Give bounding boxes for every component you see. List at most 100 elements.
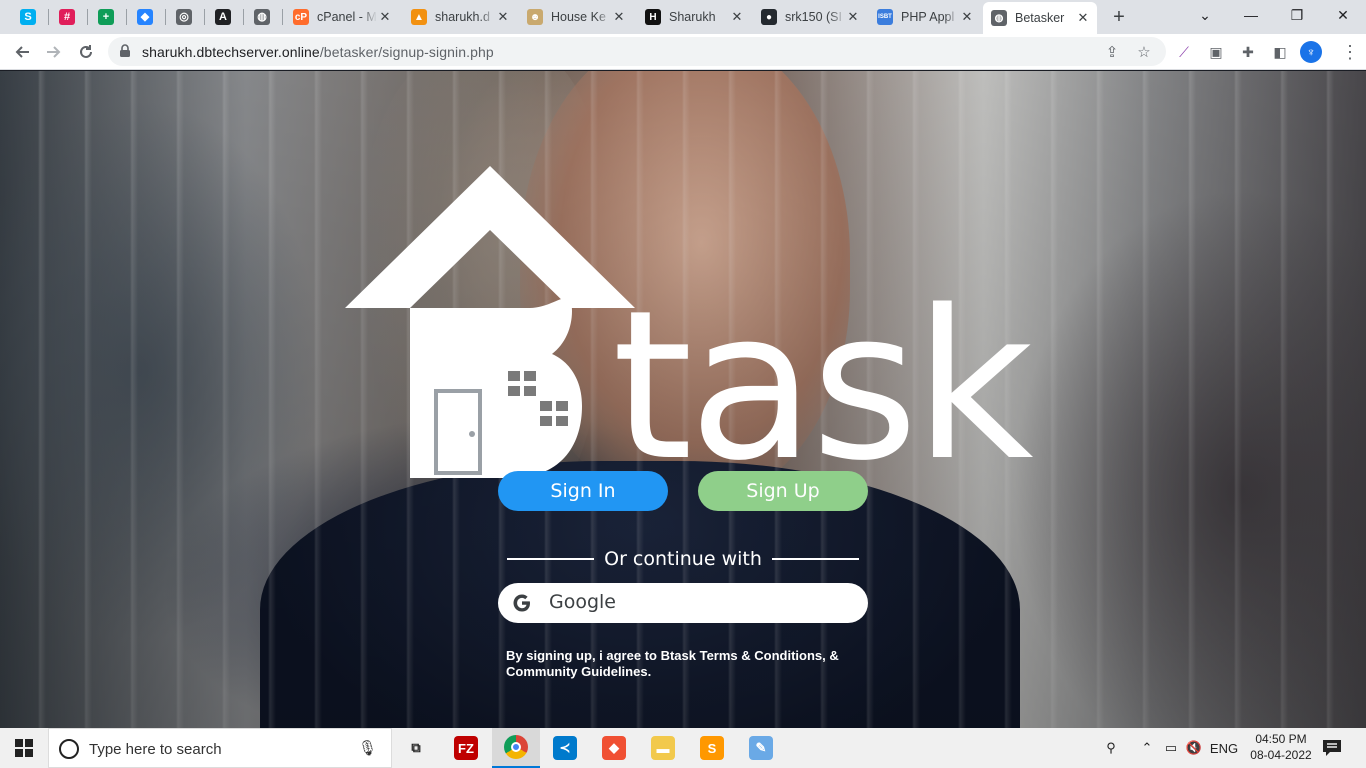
tab-search-button[interactable]: ⌄ [1182, 0, 1228, 30]
slack-icon: # [59, 9, 75, 25]
pinned-tab-5[interactable]: ◎ [170, 5, 198, 29]
tab-title: sharukh.d [435, 10, 490, 24]
back-arrow-icon [15, 46, 29, 58]
circle-app-icon: ◎ [176, 9, 192, 25]
taskbar-app-sublime[interactable]: S [688, 728, 736, 768]
new-tab-button[interactable]: + [1108, 6, 1130, 28]
divider-line-left [507, 558, 595, 560]
chrome-menu-icon[interactable]: ⋮ [1340, 41, 1360, 63]
pinned-tab-6[interactable]: A [209, 5, 237, 29]
phpmyadmin-icon: ▲ [411, 9, 427, 25]
windows-taskbar: Type here to search 🎙 ⧉ FZ ≺ ◆ ▬ S ✎ ⚲ ⌃ ▭ 🔇 E… [0, 728, 1366, 768]
show-hidden-icons-chevron-icon[interactable]: ⌃ [1138, 728, 1156, 768]
close-tab-icon[interactable]: ✕ [959, 9, 975, 25]
globe-icon: ◍ [254, 9, 270, 25]
browser-tab[interactable]: cP cPanel - M ✕ [285, 4, 399, 30]
git-icon: ◆ [602, 736, 626, 760]
pinned-tab-7[interactable]: ◍ [248, 5, 276, 29]
close-tab-icon[interactable]: ✕ [729, 9, 745, 25]
brand-wordmark: task [612, 266, 1034, 506]
pinned-tab-2[interactable]: # [53, 5, 81, 29]
profile-extension-icon[interactable]: ▣ [1205, 41, 1227, 63]
close-tab-icon[interactable]: ✕ [845, 9, 861, 25]
tab-separator [165, 9, 166, 25]
pinned-tab-4[interactable]: ◆ [131, 5, 159, 29]
taskbar-app-chrome[interactable] [492, 728, 540, 768]
forward-button[interactable] [40, 38, 68, 66]
pinned-tab-3[interactable]: + [92, 5, 120, 29]
tab-separator [87, 9, 88, 25]
people-icon[interactable]: ⚲ [1100, 728, 1122, 768]
minimize-button[interactable]: — [1228, 0, 1274, 30]
windows-logo-icon [15, 739, 33, 757]
tab-separator [282, 9, 283, 25]
close-tab-icon[interactable]: ✕ [1075, 10, 1091, 26]
extensions-puzzle-icon[interactable]: ✚ [1237, 41, 1259, 63]
close-tab-icon[interactable]: ✕ [377, 9, 393, 25]
language-indicator[interactable]: ENG [1208, 728, 1240, 768]
pinned-tab-1[interactable]: S [14, 5, 42, 29]
restore-button[interactable]: ❐ [1274, 0, 1320, 30]
google-signin-button[interactable]: Google [498, 583, 868, 623]
browser-tab[interactable]: ☻ House Ke ✕ [519, 4, 633, 30]
url-path: /betasker/signup-signin.php [319, 44, 494, 60]
sign-up-button[interactable]: Sign Up [698, 471, 868, 511]
taskbar-app-git[interactable]: ◆ [590, 728, 638, 768]
google-label: Google [549, 591, 617, 613]
taskbar-search-box[interactable]: Type here to search 🎙 [48, 728, 392, 768]
browser-toolbar: sharukh.dbtechserver.online/betasker/sig… [0, 34, 1366, 70]
taskbar-app-filezilla[interactable]: FZ [442, 728, 490, 768]
start-button[interactable] [0, 728, 48, 768]
taskbar-app-vscode[interactable]: ≺ [541, 728, 589, 768]
close-tab-icon[interactable]: ✕ [611, 9, 627, 25]
tab-title: Sharukh [669, 10, 716, 24]
sign-in-button[interactable]: Sign In [498, 471, 668, 511]
profile-avatar[interactable]: ♆ [1300, 41, 1322, 63]
browser-tab[interactable]: ISBT PHP Appl ✕ [869, 4, 981, 30]
reload-icon [80, 45, 92, 58]
microphone-icon[interactable]: 🎙 [358, 739, 377, 757]
network-icon[interactable]: ▭ [1160, 728, 1182, 768]
tab-separator [243, 9, 244, 25]
cpanel-icon: cP [293, 9, 309, 25]
reload-button[interactable] [72, 38, 100, 66]
chrome-icon [504, 735, 528, 759]
tab-title: PHP Appl [901, 10, 955, 24]
clock[interactable]: 04:50 PM 08-04-2022 [1244, 731, 1318, 763]
side-panel-icon[interactable]: ◧ [1269, 41, 1291, 63]
close-window-button[interactable]: ✕ [1320, 0, 1366, 30]
php-app-icon: ISBT [877, 9, 893, 25]
taskbar-app-file-explorer[interactable]: ▬ [639, 728, 687, 768]
avatar-icon: ♆ [1300, 41, 1322, 63]
chrome-center-dot [511, 742, 521, 752]
clock-time: 04:50 PM [1255, 732, 1307, 746]
search-placeholder: Type here to search [89, 741, 222, 758]
house-keeping-icon: ☻ [527, 9, 543, 25]
browser-tab[interactable]: H Sharukh ✕ [637, 4, 751, 30]
globe-icon: ◍ [991, 10, 1007, 26]
bookmark-star-icon[interactable]: ☆ [1133, 41, 1155, 63]
browser-tab-active[interactable]: ◍ Betasker ✕ [983, 2, 1097, 34]
browser-tab[interactable]: ● srk150 (SI ✕ [753, 4, 867, 30]
google-g-icon [513, 594, 530, 612]
lock-icon [120, 44, 130, 57]
tab-title: cPanel - M [317, 10, 377, 24]
paint-icon: ✎ [749, 736, 773, 760]
tab-separator [204, 9, 205, 25]
tab-title: Betasker [1015, 11, 1065, 25]
volume-muted-icon[interactable]: 🔇 [1184, 728, 1204, 768]
pen-extension-icon[interactable]: ⟋ [1173, 41, 1195, 63]
browser-tab[interactable]: ▲ sharukh.d ✕ [403, 4, 517, 30]
page-viewport: task Sign In Sign Up Or continue with Go… [0, 71, 1366, 728]
back-button[interactable] [8, 38, 36, 66]
close-tab-icon[interactable]: ✕ [495, 9, 511, 25]
browser-tab-strip: S # + ◆ ◎ A ◍ cP cPanel - M ✕ ▲ sharukh.d ✕ ☻ House K… [0, 0, 1366, 34]
address-bar[interactable]: sharukh.dbtechserver.online/betasker/sig… [108, 37, 1166, 66]
share-icon[interactable]: ⇪ [1101, 41, 1123, 63]
notification-center-icon[interactable] [1320, 737, 1344, 759]
divider-line-right [771, 558, 859, 560]
search-icon [59, 739, 79, 759]
skype-icon: S [20, 9, 36, 25]
taskbar-app-task-view[interactable]: ⧉ [392, 728, 440, 768]
taskbar-app-paint[interactable]: ✎ [737, 728, 785, 768]
